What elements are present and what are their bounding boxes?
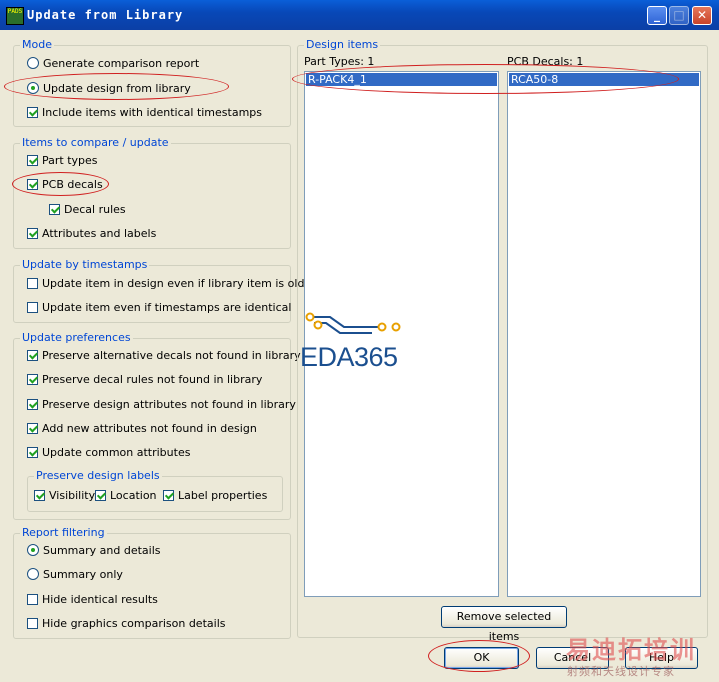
design-items-legend: Design items [304, 38, 381, 51]
radio-indicator[interactable] [27, 568, 39, 580]
summary-details-radio[interactable]: Summary and details [27, 543, 161, 557]
list-item[interactable]: R-PACK4_1 [306, 73, 497, 86]
remove-selected-button[interactable]: Remove selected items [441, 606, 567, 643]
preserve-decal-rules-checkbox[interactable]: Preserve decal rules not found in librar… [27, 372, 262, 386]
location-checkbox[interactable]: Location [95, 488, 157, 502]
checkbox-indicator[interactable] [27, 154, 38, 166]
radio-indicator[interactable] [27, 82, 39, 94]
update-identical-checkbox[interactable]: Update item even if timestamps are ident… [27, 300, 291, 314]
generate-report-radio[interactable]: Generate comparison report [27, 56, 199, 70]
checkbox-indicator[interactable] [163, 489, 174, 501]
checkbox-indicator[interactable] [27, 398, 38, 410]
checkbox-indicator[interactable] [49, 203, 60, 215]
maximize-icon: □ [673, 8, 685, 22]
app-icon: PADS [6, 7, 24, 25]
hide-identical-checkbox[interactable]: Hide identical results [27, 592, 158, 606]
include-identical-checkbox[interactable]: Include items with identical timestamps [27, 105, 262, 119]
checkbox-indicator[interactable] [27, 617, 38, 629]
checkbox-indicator[interactable] [27, 178, 38, 190]
preferences-group: Update preferences Preserve alternative … [13, 331, 301, 520]
close-icon: ✕ [696, 8, 708, 22]
pcb-decals-list[interactable]: RCA50-8 [507, 71, 701, 597]
summary-only-radio[interactable]: Summary only [27, 567, 123, 581]
list-item[interactable]: RCA50-8 [509, 73, 699, 86]
mode-group: Mode Generate comparison report Update d… [13, 38, 291, 127]
checkbox-indicator[interactable] [27, 446, 38, 458]
timestamps-group: Update by timestamps Update item in desi… [13, 258, 316, 323]
preserve-design-attrs-checkbox[interactable]: Preserve design attributes not found in … [27, 397, 296, 411]
checkbox-indicator[interactable] [27, 277, 38, 289]
report-legend: Report filtering [20, 526, 107, 539]
preferences-legend: Update preferences [20, 331, 133, 344]
title-bar[interactable]: PADS Update from Library _ □ ✕ [0, 0, 719, 30]
eda365-text: EDA365 [300, 342, 398, 372]
eda365-watermark: EDA365 [300, 306, 420, 376]
timestamps-legend: Update by timestamps [20, 258, 150, 271]
radio-indicator[interactable] [27, 57, 39, 69]
close-button[interactable]: ✕ [692, 6, 712, 25]
mode-legend: Mode [20, 38, 54, 51]
cn-watermark-sub: 射频和天线设计专家 [567, 665, 675, 678]
radio-indicator[interactable] [27, 544, 39, 556]
visibility-checkbox[interactable]: Visibility [34, 488, 95, 502]
checkbox-indicator[interactable] [27, 227, 38, 239]
checkbox-indicator[interactable] [34, 489, 45, 501]
update-common-attrs-checkbox[interactable]: Update common attributes [27, 445, 190, 459]
minimize-icon: _ [654, 8, 660, 22]
report-group: Report filtering Summary and details Sum… [13, 526, 291, 639]
items-compare-group: Items to compare / update Part types PCB… [13, 136, 291, 249]
circuit-logo-icon [305, 312, 401, 334]
update-older-checkbox[interactable]: Update item in design even if library it… [27, 276, 316, 290]
checkbox-indicator[interactable] [27, 593, 38, 605]
checkbox-indicator[interactable] [27, 349, 38, 361]
checkbox-indicator[interactable] [27, 301, 38, 313]
preserve-labels-legend: Preserve design labels [34, 469, 162, 482]
maximize-button: □ [669, 6, 689, 25]
items-compare-legend: Items to compare / update [20, 136, 171, 149]
label-properties-checkbox[interactable]: Label properties [163, 488, 267, 502]
pcb-decals-checkbox[interactable]: PCB decals [27, 177, 103, 191]
pcb-decals-header: PCB Decals: 1 [507, 55, 584, 68]
ok-button[interactable]: OK [444, 647, 519, 669]
checkbox-indicator[interactable] [95, 489, 106, 501]
add-new-attrs-checkbox[interactable]: Add new attributes not found in design [27, 421, 257, 435]
hide-graphics-checkbox[interactable]: Hide graphics comparison details [27, 616, 225, 630]
cn-watermark: 易迪拓培训 [566, 636, 696, 664]
update-design-radio[interactable]: Update design from library [27, 81, 191, 95]
checkbox-indicator[interactable] [27, 373, 38, 385]
minimize-button[interactable]: _ [647, 6, 667, 25]
attributes-labels-checkbox[interactable]: Attributes and labels [27, 226, 156, 240]
part-types-header: Part Types: 1 [304, 55, 375, 68]
checkbox-indicator[interactable] [27, 106, 38, 118]
preserve-labels-group: Preserve design labels Visibility Locati… [27, 469, 283, 512]
part-types-checkbox[interactable]: Part types [27, 153, 98, 167]
preserve-alt-decals-checkbox[interactable]: Preserve alternative decals not found in… [27, 348, 301, 362]
window-title: Update from Library [27, 8, 184, 22]
checkbox-indicator[interactable] [27, 422, 38, 434]
decal-rules-checkbox[interactable]: Decal rules [49, 202, 126, 216]
